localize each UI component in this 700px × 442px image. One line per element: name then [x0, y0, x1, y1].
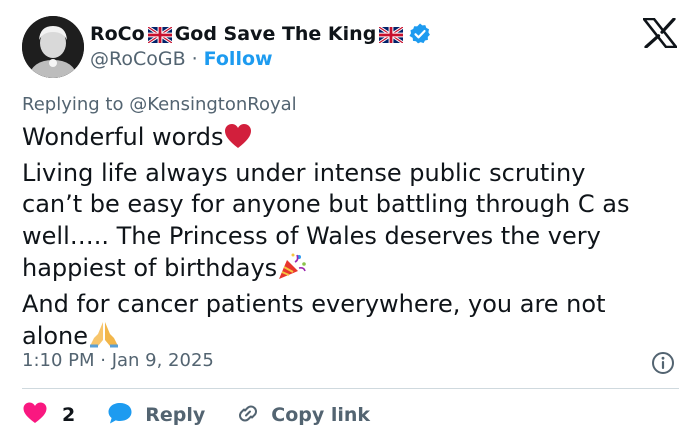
handle-row: @RoCoGB · Follow	[90, 48, 273, 70]
uk-flag-icon	[378, 25, 405, 45]
like-button[interactable]: 2	[22, 401, 75, 430]
heart-icon	[224, 123, 252, 158]
handle[interactable]: @RoCoGB	[90, 48, 186, 70]
timestamp[interactable]: 1:10 PM · Jan 9, 2025	[22, 350, 214, 371]
reply-bubble-icon	[107, 401, 133, 430]
like-count: 2	[62, 404, 76, 426]
follow-button[interactable]: Follow	[204, 48, 273, 70]
heart-icon	[22, 401, 48, 430]
display-name-part2: God Save The King	[174, 23, 377, 45]
tweet-line: Wonderful words	[22, 122, 692, 158]
action-bar: 2 Reply Copy link	[22, 402, 370, 428]
divider	[22, 388, 679, 389]
uk-flag-icon	[146, 25, 173, 45]
tweet-card: RoCo God Save The King @RoCoGB · Follow …	[0, 0, 700, 442]
reply-label: Reply	[145, 404, 206, 426]
x-logo-icon[interactable]	[642, 17, 678, 49]
tweet-line: And for cancer patients everywhere, you …	[22, 289, 606, 318]
tweet-line-text: Wonderful words	[22, 123, 224, 151]
display-name[interactable]: RoCo God Save The King	[90, 22, 432, 46]
separator: ·	[191, 48, 198, 70]
reply-button[interactable]: Reply	[107, 401, 205, 430]
display-name-part1: RoCo	[90, 23, 145, 45]
tweet-text: Wonderful words Living life always under…	[22, 122, 692, 357]
replying-to[interactable]: Replying to @KensingtonRoyal	[22, 94, 297, 115]
party-popper-icon	[277, 252, 307, 289]
tweet-line: happiest of birthdays	[22, 252, 692, 289]
tweet-line: can’t be easy for anyone but battling th…	[22, 190, 630, 218]
tweet-line-text: alone	[22, 322, 89, 350]
tweet-line: well….. The Princess of Wales deserves t…	[22, 221, 601, 250]
tweet-line: Living life always under intense public …	[22, 158, 586, 187]
verified-badge-icon	[408, 22, 432, 46]
link-icon	[235, 401, 261, 430]
copy-link-button[interactable]: Copy link	[235, 401, 370, 430]
copy-link-label: Copy link	[271, 404, 371, 426]
tweet-line-text: happiest of birthdays	[22, 254, 278, 282]
info-icon[interactable]	[651, 351, 675, 375]
avatar[interactable]	[22, 16, 84, 78]
